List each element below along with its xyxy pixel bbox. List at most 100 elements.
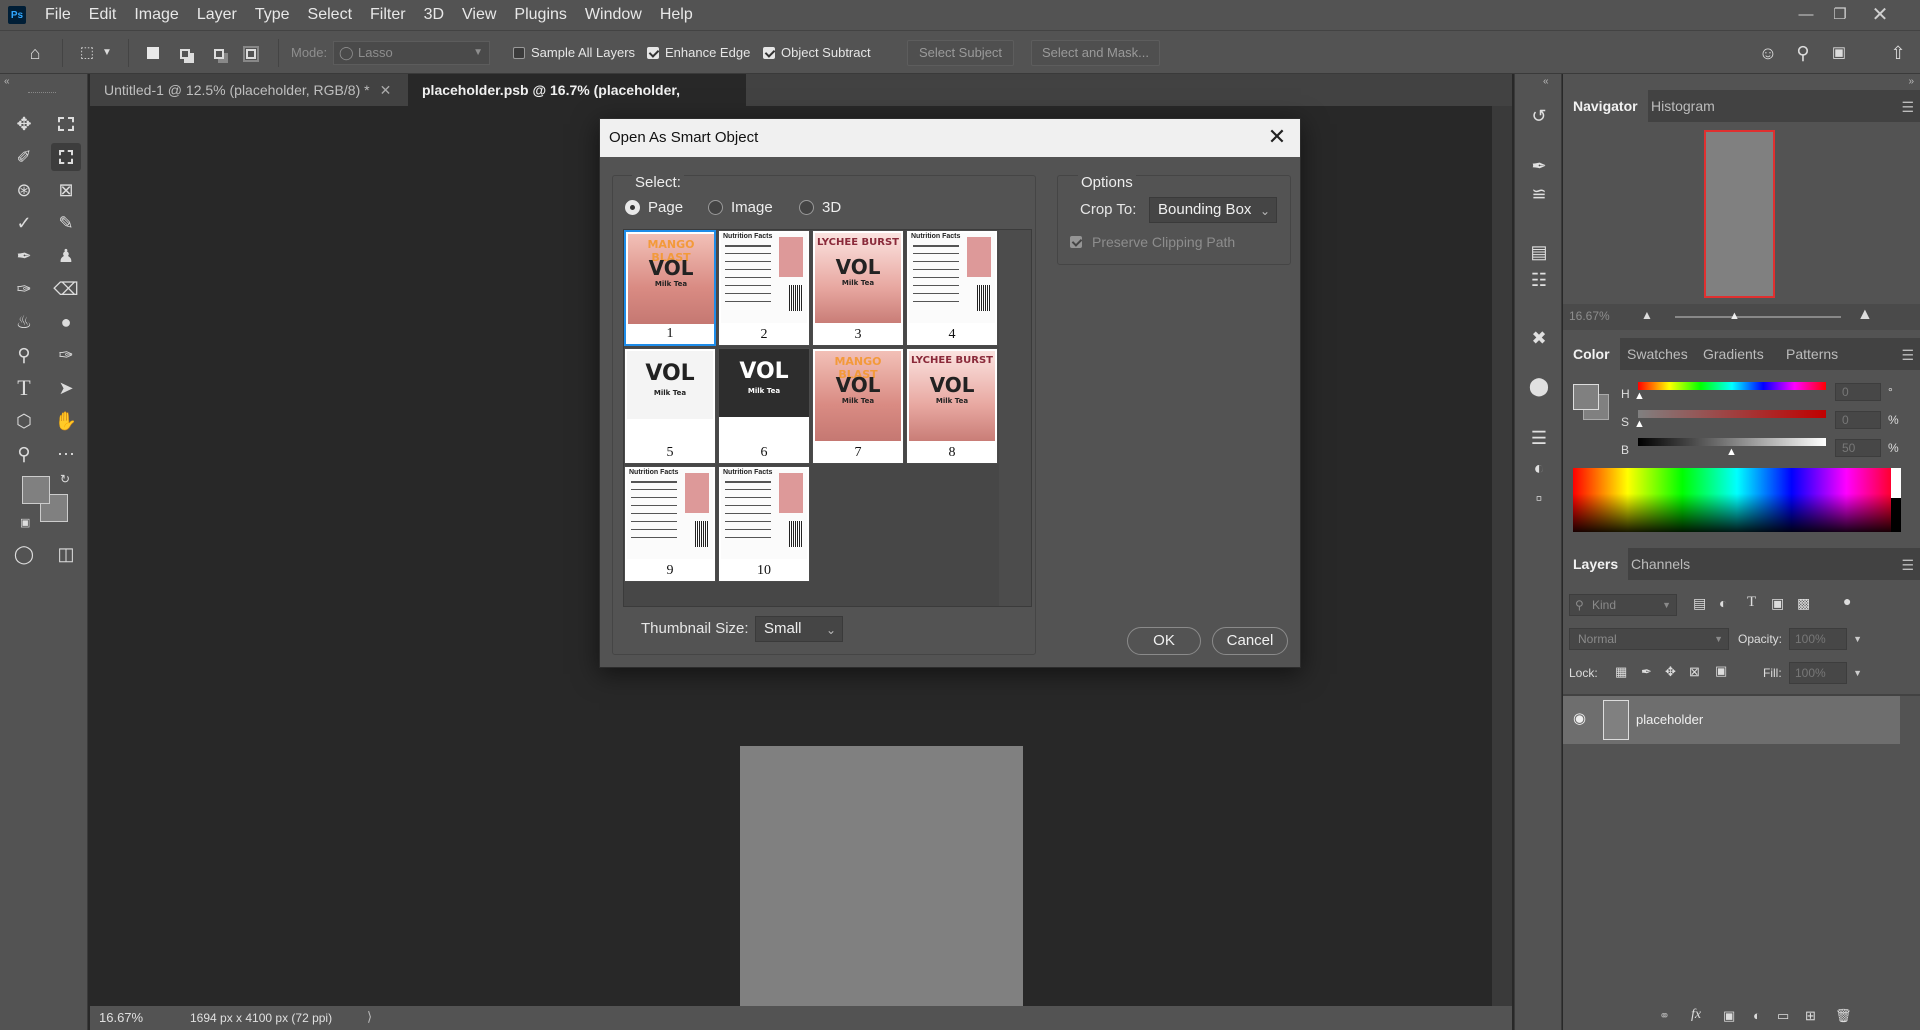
menu-image[interactable]: Image xyxy=(125,0,187,30)
lock-transparency-icon[interactable]: ▦ xyxy=(1615,664,1627,680)
adjustment-layer-icon[interactable]: ◐ xyxy=(1753,1008,1761,1023)
page-thumbnail-1[interactable]: MANGO BLAST VOL Milk Tea 1 xyxy=(624,230,716,346)
tab-untitled-1[interactable]: Untitled-1 @ 12.5% (placeholder, RGB/8) … xyxy=(90,74,406,106)
page-thumbnail-10[interactable]: Nutrition Facts 10 xyxy=(718,466,810,582)
chevron-down-icon[interactable]: ▼ xyxy=(1853,663,1862,683)
object-selection-tool-icon[interactable] xyxy=(51,143,81,171)
cancel-button[interactable]: Cancel xyxy=(1212,627,1288,655)
radio-3d[interactable]: 3D xyxy=(799,199,841,216)
eraser-tool-icon[interactable]: ⌫ xyxy=(51,275,81,303)
zoom-slider-track[interactable] xyxy=(1675,316,1841,318)
menu-view[interactable]: View xyxy=(453,0,505,30)
tab-color[interactable]: Color xyxy=(1563,338,1620,370)
restore-icon[interactable]: ❐ xyxy=(1822,0,1858,28)
clone-stamp-tool-icon[interactable]: ♟ xyxy=(51,242,81,270)
brightness-input[interactable]: 50 xyxy=(1835,439,1881,457)
page-thumbnail-9[interactable]: Nutrition Facts 9 xyxy=(624,466,716,582)
ok-button[interactable]: OK xyxy=(1127,627,1201,655)
spectrum-white-swatch[interactable] xyxy=(1891,468,1901,498)
paths-icon[interactable]: ⬤ xyxy=(1527,374,1551,398)
libraries-icon[interactable]: ▫ xyxy=(1527,486,1551,510)
frame-tool-icon[interactable]: ⊠ xyxy=(51,176,81,204)
home-icon[interactable]: ⌂ xyxy=(24,42,46,64)
type-tool-icon[interactable]: T xyxy=(9,374,39,402)
menu-window[interactable]: Window xyxy=(576,0,651,30)
brightness-slider[interactable] xyxy=(1638,438,1826,446)
color-spectrum[interactable] xyxy=(1573,468,1901,532)
menu-file[interactable]: File xyxy=(36,0,80,30)
new-layer-icon[interactable]: ⊞ xyxy=(1805,1008,1816,1024)
menu-edit[interactable]: Edit xyxy=(80,0,126,30)
brush-settings-icon[interactable]: ✒ xyxy=(1527,154,1551,178)
quick-mask-icon[interactable]: ◯ xyxy=(9,540,39,568)
hue-input[interactable]: 0 xyxy=(1835,383,1881,401)
chevron-down-icon[interactable]: ▼ xyxy=(100,42,114,64)
close-icon[interactable]: ✕ xyxy=(1262,119,1292,157)
zoom-out-icon[interactable]: ▲ xyxy=(1641,308,1653,322)
fill-input[interactable]: 100% ▼ xyxy=(1789,662,1862,684)
zoom-in-icon[interactable]: ▲ xyxy=(1857,306,1873,324)
page-thumbnail-4[interactable]: Nutrition Facts 4 xyxy=(906,230,998,346)
chevron-down-icon[interactable]: ▼ xyxy=(1853,629,1862,649)
menu-select[interactable]: Select xyxy=(299,0,361,30)
brushes-icon[interactable]: ≌ xyxy=(1527,182,1551,206)
healing-brush-tool-icon[interactable]: ✎ xyxy=(51,209,81,237)
brightness-slider-thumb[interactable]: ▲ xyxy=(1726,446,1737,458)
workspace-icon[interactable]: ▣ xyxy=(1828,42,1850,64)
radio-page[interactable]: Page xyxy=(625,199,683,216)
tab-patterns[interactable]: Patterns xyxy=(1776,338,1848,370)
close-window-icon[interactable]: ✕ xyxy=(1862,0,1898,28)
navigator-zoom-value[interactable]: 16.67% xyxy=(1569,309,1610,323)
page-thumbnail-8[interactable]: LYCHEE BURST VOL Milk Tea 8 xyxy=(906,348,998,464)
panel-menu-icon[interactable]: ☰ xyxy=(1901,347,1914,364)
path-selection-tool-icon[interactable]: ➤ xyxy=(51,374,81,402)
lock-pixels-icon[interactable]: ✒ xyxy=(1641,664,1652,680)
new-group-icon[interactable]: ▭ xyxy=(1777,1008,1789,1024)
saturation-input[interactable]: 0 xyxy=(1835,411,1881,429)
eyedropper-tool-icon[interactable]: ✓ xyxy=(9,209,39,237)
tab-swatches[interactable]: Swatches xyxy=(1617,338,1698,370)
subtract-from-selection-icon[interactable] xyxy=(208,42,230,64)
tab-gradients[interactable]: Gradients xyxy=(1693,338,1774,370)
screen-mode-icon[interactable]: ◫ xyxy=(51,540,81,568)
crop-tool-icon[interactable]: ⊛ xyxy=(9,176,39,204)
notes-icon[interactable]: ☷ xyxy=(1527,268,1551,292)
menu-help[interactable]: Help xyxy=(651,0,702,30)
menu-filter[interactable]: Filter xyxy=(361,0,415,30)
panel-menu-icon[interactable]: ☰ xyxy=(1901,557,1914,574)
history-icon[interactable]: ↺ xyxy=(1527,104,1551,128)
saturation-slider-thumb[interactable]: ▲ xyxy=(1634,418,1645,430)
filter-smart-object-icon[interactable]: ▩ xyxy=(1797,595,1810,612)
close-icon[interactable]: ✕ xyxy=(380,82,392,98)
collapse-icon[interactable]: « xyxy=(4,76,10,87)
hue-slider[interactable] xyxy=(1638,382,1826,390)
link-layers-icon[interactable]: ⚭ xyxy=(1659,1008,1670,1024)
opacity-input[interactable]: 100% ▼ xyxy=(1789,628,1862,650)
filter-shape-icon[interactable]: ▣ xyxy=(1771,595,1784,612)
sample-all-layers-checkbox[interactable]: Sample All Layers xyxy=(513,45,635,60)
tools-settings-icon[interactable]: ✖ xyxy=(1527,326,1551,350)
cloud-user-icon[interactable]: ☺ xyxy=(1757,42,1779,64)
add-mask-icon[interactable]: ▣ xyxy=(1723,1008,1735,1024)
shape-tool-icon[interactable]: ⬡ xyxy=(9,407,39,435)
dodge-tool-icon[interactable]: ⚲ xyxy=(9,341,39,369)
swap-colors-icon[interactable]: ↻ xyxy=(60,472,70,486)
properties-icon[interactable]: ▤ xyxy=(1527,240,1551,264)
chevron-right-icon[interactable]: ⟩ xyxy=(367,1009,372,1025)
navigator-preview[interactable] xyxy=(1563,122,1920,304)
page-thumbnail-5[interactable]: VOL Milk Tea 5 xyxy=(624,348,716,464)
select-subject-button[interactable]: Select Subject xyxy=(907,40,1014,66)
blur-tool-icon[interactable]: ● xyxy=(51,308,81,336)
pen-tool-icon[interactable]: ✑ xyxy=(51,341,81,369)
trash-icon[interactable]: 🗑 xyxy=(1835,1008,1852,1024)
adjustments-icon[interactable]: ☰ xyxy=(1527,426,1551,450)
collapse-icon[interactable]: « xyxy=(1543,76,1549,87)
new-selection-icon[interactable] xyxy=(142,42,164,64)
default-colors-icon[interactable]: ▣ xyxy=(20,516,30,529)
enhance-edge-checkbox[interactable]: Enhance Edge xyxy=(647,45,750,60)
filter-pixel-icon[interactable]: ▤ xyxy=(1693,595,1706,612)
thumbnail-scrollbar[interactable] xyxy=(999,230,1031,606)
spectrum-black-swatch[interactable] xyxy=(1891,498,1901,532)
filter-adjustment-icon[interactable]: ◐ xyxy=(1719,595,1727,611)
brush-tool-icon[interactable]: ✒ xyxy=(9,242,39,270)
